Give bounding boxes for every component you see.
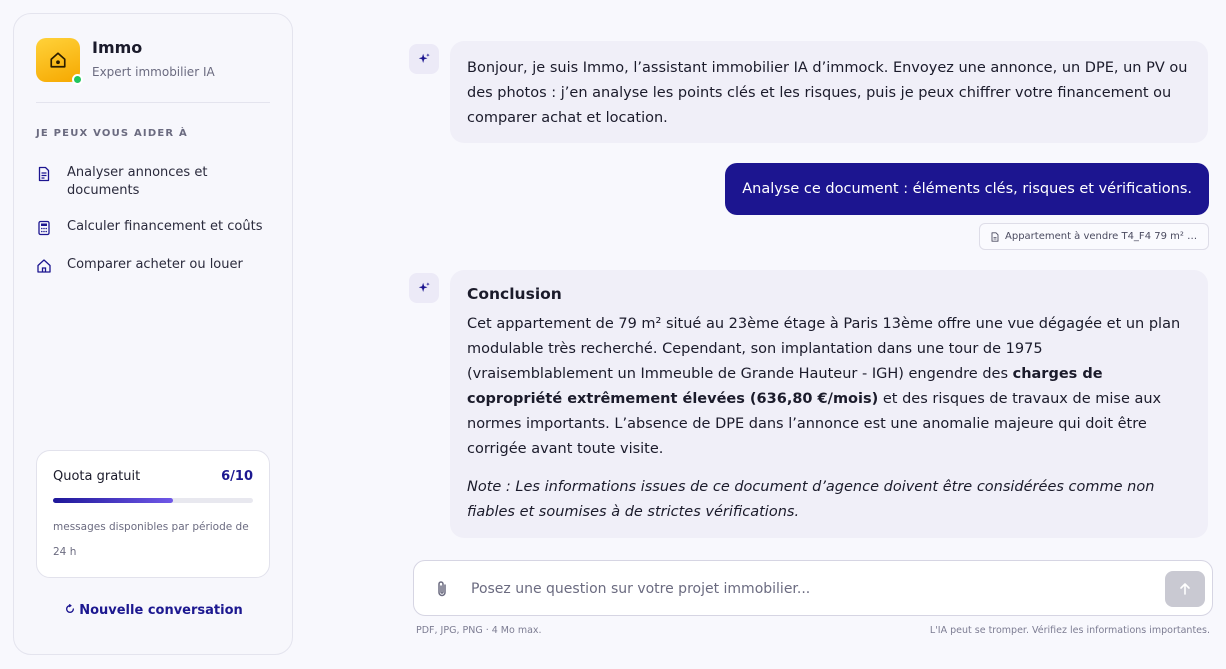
file-icon (991, 231, 999, 242)
calculator-icon (38, 220, 50, 236)
help-title: JE PEUX VOUS AIDER À (36, 128, 188, 139)
online-status-dot (72, 74, 83, 85)
message-heading: Conclusion (467, 285, 562, 303)
help-item-calculer[interactable]: Calculer financement et coûts (36, 218, 262, 236)
message-composer (413, 560, 1213, 616)
assistant-message: Bonjour, je suis Immo, l’assistant immob… (450, 41, 1208, 143)
attachment-chip[interactable]: Appartement à vendre T4_F4 79 m² 67... (979, 223, 1209, 250)
assistant-message: Conclusion Cet appartement de 79 m² situ… (450, 270, 1208, 538)
sparkle-icon (418, 282, 430, 292)
assistant-avatar (409, 44, 439, 74)
upload-hint: PDF, JPG, PNG · 4 Mo max. (416, 625, 542, 636)
new-conversation-button[interactable]: Nouvelle conversation (14, 603, 294, 618)
help-item-label: Comparer acheter ou louer (67, 257, 243, 272)
send-button[interactable] (1165, 571, 1205, 607)
quota-note: messages disponibles par période de 24 h (53, 521, 249, 558)
message-paragraph: Cet appartement de 79 m² situé au 23ème … (467, 312, 1191, 462)
message-note: Note : Les informations issues de ce doc… (467, 475, 1191, 525)
home-icon (37, 259, 51, 273)
note-text: Note : Les informations issues de ce doc… (467, 479, 1155, 520)
quota-progress-track (53, 498, 253, 503)
disclaimer: L'IA peut se tromper. Vérifiez les infor… (929, 625, 1210, 636)
help-item-analyser[interactable]: Analyser annonces et documents (36, 164, 237, 200)
quota-progress-fill (53, 498, 173, 503)
assistant-avatar (409, 273, 439, 303)
sidebar: Immo Expert immobilier IA JE PEUX VOUS A… (13, 13, 293, 655)
arrow-up-icon (1180, 583, 1190, 595)
paperclip-icon[interactable] (434, 580, 450, 598)
brand-subtitle: Expert immobilier IA (92, 65, 215, 79)
help-item-comparer[interactable]: Comparer acheter ou louer (36, 256, 243, 274)
document-icon (38, 166, 50, 182)
brand: Immo Expert immobilier IA (36, 38, 215, 85)
user-message: Analyse ce document : éléments clés, ris… (725, 163, 1209, 215)
message-input[interactable] (471, 573, 1151, 605)
help-item-label: Analyser annonces et documents (67, 165, 208, 198)
quota-count: 6/10 (221, 469, 253, 484)
brand-logo-icon (36, 38, 83, 85)
message-text: Bonjour, je suis Immo, l’assistant immob… (467, 60, 1188, 126)
brand-name: Immo (92, 38, 143, 57)
refresh-icon (66, 604, 75, 613)
quota-label: Quota gratuit (53, 469, 141, 484)
attachment-name: Appartement à vendre T4_F4 79 m² 67... (1005, 231, 1198, 242)
sidebar-divider (36, 102, 270, 103)
house-icon (50, 52, 66, 68)
sparkle-icon (418, 53, 430, 63)
quota-card: Quota gratuit 6/10 messages disponibles … (36, 450, 270, 578)
help-item-label: Calculer financement et coûts (67, 219, 263, 234)
message-text: Analyse ce document : éléments clés, ris… (742, 181, 1192, 197)
new-conversation-label: Nouvelle conversation (79, 603, 243, 618)
